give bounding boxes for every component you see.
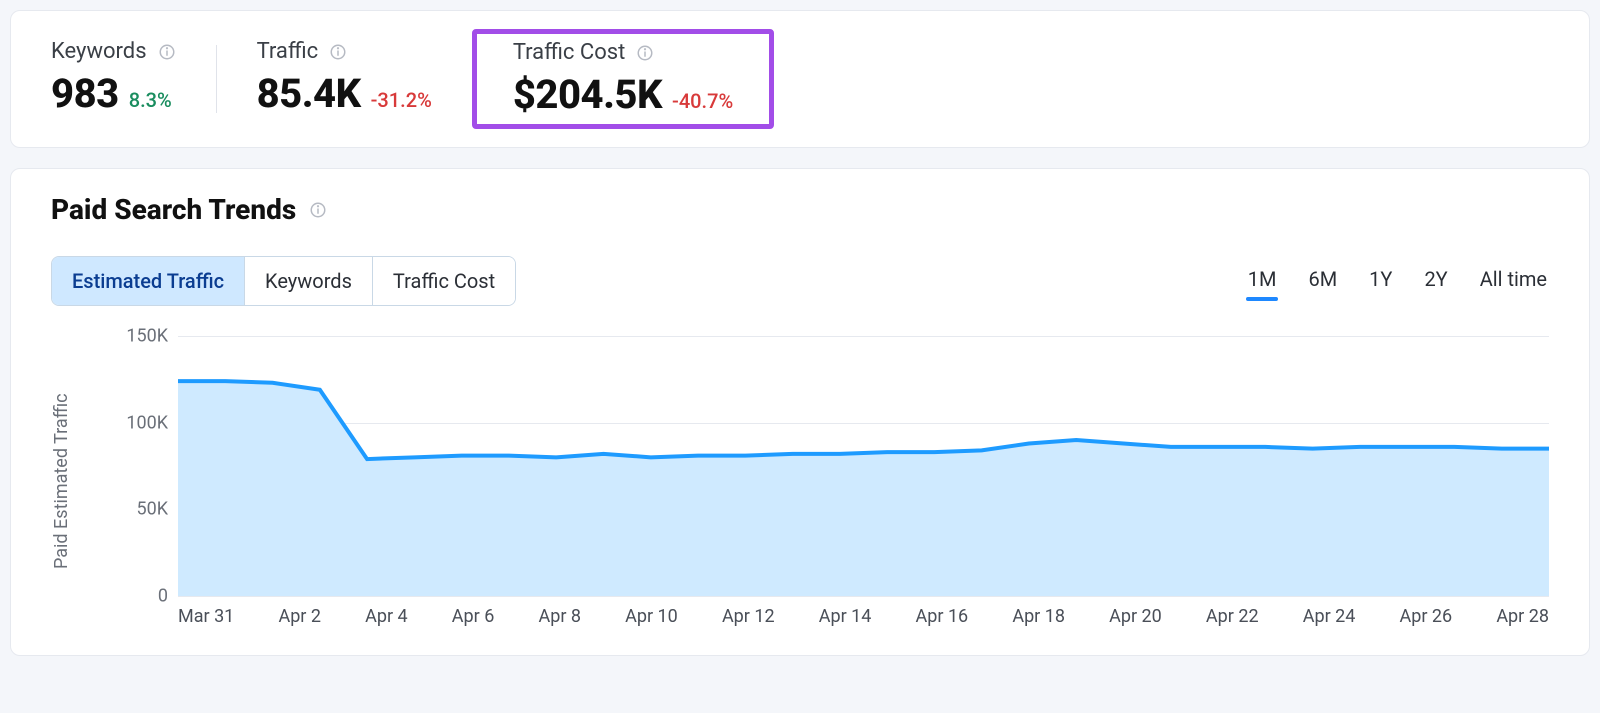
info-icon[interactable] <box>157 42 177 62</box>
chart-plot-area[interactable]: 050K100K150K <box>88 336 1549 596</box>
x-axis: Mar 31 Apr 2 Apr 4 Apr 6 Apr 8 Apr 10 Apr 12 Ap… <box>178 606 1549 627</box>
kpi-value: 85.4K <box>257 70 361 117</box>
trends-toolbar: Estimated TrafficKeywordsTraffic Cost 1M… <box>11 226 1589 306</box>
metric-tab-keywords[interactable]: Keywords <box>245 257 373 305</box>
x-tick-label: Apr 18 <box>1012 606 1065 627</box>
time-range-group: 1M 6M 1Y 2Y All time <box>1246 263 1549 299</box>
trend-chart-svg <box>178 336 1549 596</box>
metric-tab-traffic-cost[interactable]: Traffic Cost <box>373 257 515 305</box>
x-tick-label: Apr 6 <box>452 606 495 627</box>
x-tick-label: Apr 16 <box>916 606 969 627</box>
x-tick-label: Apr 4 <box>365 606 408 627</box>
x-tick-label: Apr 14 <box>819 606 872 627</box>
trends-title: Paid Search Trends <box>51 193 296 226</box>
range-1m[interactable]: 1M <box>1246 263 1279 299</box>
x-tick-label: Apr 24 <box>1303 606 1356 627</box>
metric-tab-estimated-traffic[interactable]: Estimated Traffic <box>52 257 245 305</box>
y-tick-label: 0 <box>88 586 168 607</box>
x-tick-label: Apr 2 <box>278 606 321 627</box>
x-tick-label: Apr 28 <box>1496 606 1549 627</box>
range-all-time[interactable]: All time <box>1478 263 1549 299</box>
kpi-traffic-cost[interactable]: Traffic Cost $204.5K -40.7% <box>472 29 774 129</box>
kpi-delta: -40.7% <box>672 89 733 113</box>
x-tick-label: Apr 20 <box>1109 606 1162 627</box>
kpi-traffic[interactable]: Traffic 85.4K -31.2% <box>217 35 472 123</box>
kpi-label: Traffic <box>257 39 319 64</box>
kpi-keywords[interactable]: Keywords 983 8.3% <box>11 35 217 123</box>
x-tick-label: Apr 8 <box>538 606 581 627</box>
y-tick-label: 100K <box>88 412 168 433</box>
x-tick-label: Apr 10 <box>625 606 678 627</box>
metric-tab-group: Estimated TrafficKeywordsTraffic Cost <box>51 256 516 306</box>
kpi-value: $204.5K <box>513 71 662 118</box>
y-axis-title: Paid Estimated Traffic <box>51 336 72 627</box>
kpi-delta: -31.2% <box>371 88 432 112</box>
x-tick-label: Apr 26 <box>1400 606 1453 627</box>
range-1y[interactable]: 1Y <box>1367 263 1394 299</box>
info-icon[interactable] <box>308 200 328 220</box>
kpi-card: Keywords9838.3%Traffic85.4K-31.2%Traffic… <box>10 10 1590 148</box>
kpi-label: Keywords <box>51 39 147 64</box>
y-tick-label: 50K <box>88 499 168 520</box>
info-icon[interactable] <box>635 43 655 63</box>
range-2y[interactable]: 2Y <box>1422 263 1449 299</box>
gridline <box>178 596 1549 597</box>
x-tick-label: Apr 12 <box>722 606 775 627</box>
kpi-value: 983 <box>51 70 119 117</box>
y-tick-label: 150K <box>88 326 168 347</box>
x-tick-label: Apr 22 <box>1206 606 1259 627</box>
info-icon[interactable] <box>328 42 348 62</box>
range-6m[interactable]: 6M <box>1306 263 1339 299</box>
paid-search-trends-card: Paid Search Trends Estimated TrafficKeyw… <box>10 168 1590 656</box>
kpi-delta: 8.3% <box>129 88 172 112</box>
kpi-label: Traffic Cost <box>513 40 625 65</box>
chart-container: Paid Estimated Traffic 0 50K 100K 150K Mar … <box>11 306 1589 627</box>
x-tick-label: Mar 31 <box>178 606 234 627</box>
